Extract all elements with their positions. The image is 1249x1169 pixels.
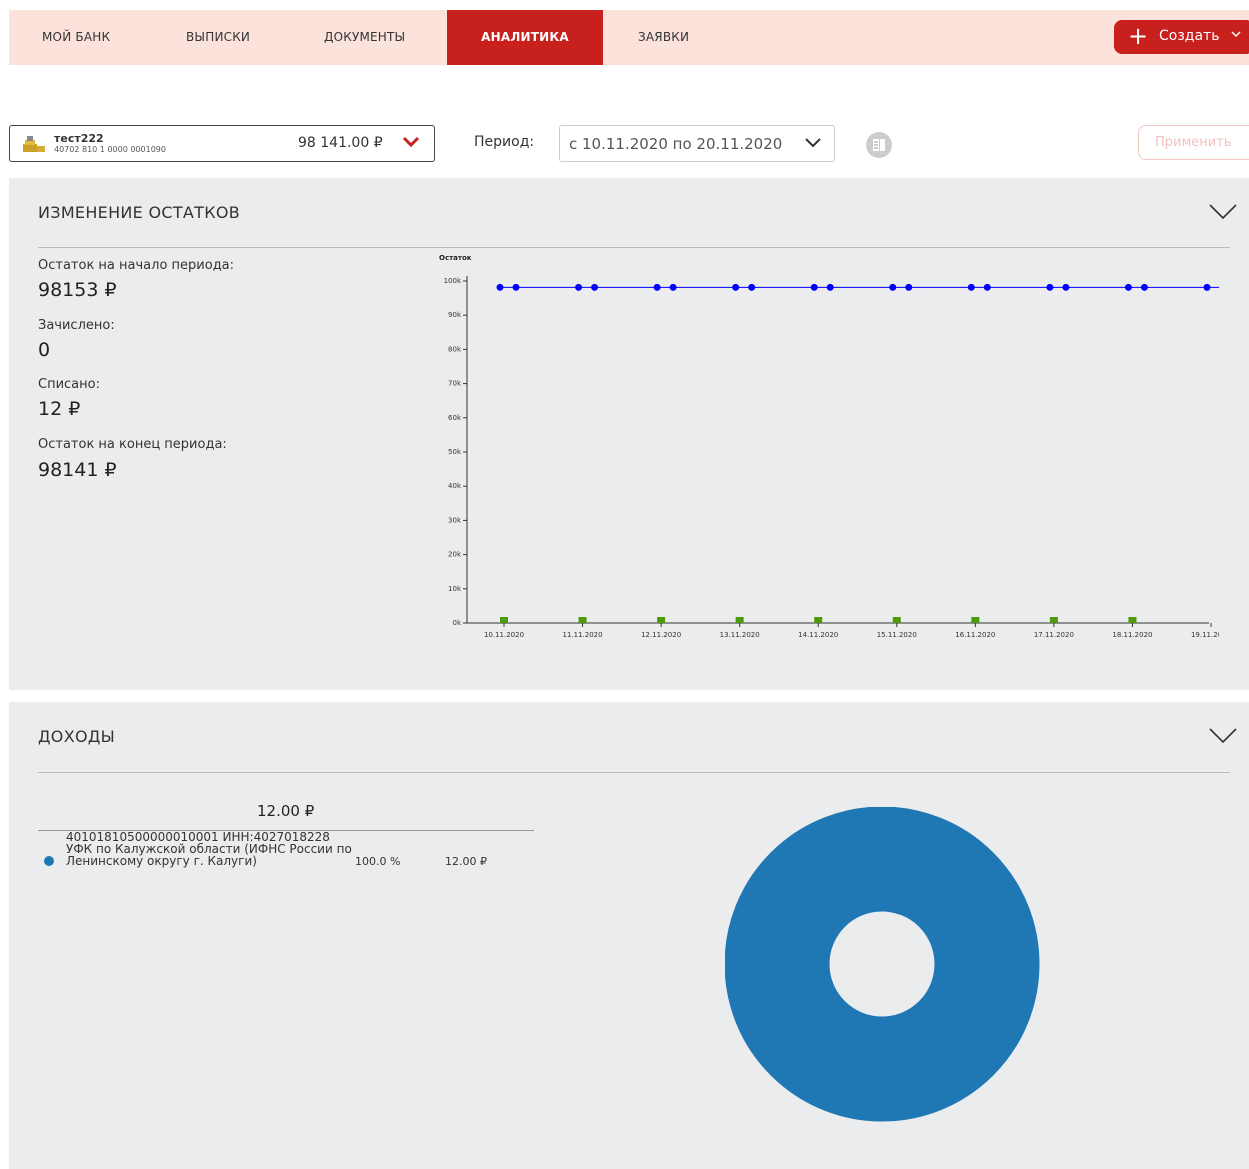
top-nav: МОЙ БАНК ВЫПИСКИ ДОКУМЕНТЫ АНАЛИТИКА ЗАЯ… bbox=[9, 10, 1249, 65]
data-point bbox=[512, 283, 520, 291]
nav-item-statements[interactable]: ВЫПИСКИ bbox=[186, 10, 250, 65]
chevron-down-icon[interactable] bbox=[1209, 204, 1237, 220]
debit-bar bbox=[578, 617, 587, 623]
debit-bar bbox=[971, 617, 980, 623]
income-source: 40101810500000010001 ИНН:4027018228 УФК … bbox=[66, 830, 352, 868]
y-tick-label: 60k bbox=[448, 414, 462, 422]
x-tick-label: 12.11.2020 bbox=[641, 631, 681, 639]
create-button[interactable]: + Создать bbox=[1114, 20, 1249, 54]
credited-label: Зачислено: bbox=[38, 318, 115, 333]
income-amount: 12.00 ₽ bbox=[445, 855, 487, 868]
end-balance-value: 98141 ₽ bbox=[38, 459, 117, 481]
nav-item-analytics[interactable]: АНАЛИТИКА bbox=[447, 10, 603, 65]
divider bbox=[38, 772, 1230, 773]
y-tick-label: 10k bbox=[448, 585, 462, 593]
debited-label: Списано: bbox=[38, 377, 100, 392]
y-tick-label: 70k bbox=[448, 380, 462, 388]
y-tick-label: 50k bbox=[448, 448, 462, 456]
balance-changes-panel: ИЗМЕНЕНИЕ ОСТАТКОВ Остаток на начало пер… bbox=[9, 178, 1249, 690]
period-select[interactable]: с 10.11.2020 по 20.11.2020 bbox=[559, 125, 835, 162]
start-balance-label: Остаток на начало периода: bbox=[38, 258, 235, 273]
end-balance-label: Остаток на конец периода: bbox=[38, 437, 227, 452]
create-button-label: Создать bbox=[1159, 28, 1220, 44]
data-point bbox=[591, 283, 599, 291]
account-number: 40702 810 1 0000 0001090 bbox=[54, 145, 166, 154]
nav-item-my-bank[interactable]: МОЙ БАНК bbox=[42, 10, 110, 65]
x-tick-label: 17.11.2020 bbox=[1034, 631, 1074, 639]
data-point bbox=[1140, 283, 1148, 291]
y-tick-label: 40k bbox=[448, 482, 462, 490]
chevron-down-icon bbox=[1231, 27, 1241, 41]
income-donut-chart bbox=[725, 807, 1040, 1122]
y-axis-label: Остаток bbox=[439, 254, 472, 262]
x-tick-label: 16.11.2020 bbox=[955, 631, 995, 639]
y-tick-label: 80k bbox=[448, 345, 462, 353]
period-label: Период: bbox=[474, 134, 535, 150]
data-point bbox=[1062, 283, 1070, 291]
debit-bar bbox=[892, 617, 901, 623]
coins-icon bbox=[23, 136, 45, 152]
data-point bbox=[889, 283, 897, 291]
balance-chart: Остаток 0k 10k 20k 30k 40k 50k 60k 70k 80k 90k 100k… bbox=[439, 254, 1219, 639]
x-tick-label: 19.11.2020 bbox=[1191, 631, 1219, 639]
data-point bbox=[905, 283, 913, 291]
start-balance-value: 98153 ₽ bbox=[38, 279, 117, 301]
data-point bbox=[967, 283, 975, 291]
legend-dot-icon bbox=[44, 856, 54, 866]
export-excel-icon[interactable] bbox=[866, 132, 892, 158]
plus-icon: + bbox=[1128, 22, 1149, 50]
data-point bbox=[1203, 283, 1211, 291]
debit-bar bbox=[1049, 617, 1058, 623]
panel-title: ДОХОДЫ bbox=[38, 727, 116, 746]
account-balance: 98 141.00 ₽ bbox=[298, 135, 383, 151]
data-point bbox=[496, 283, 504, 291]
data-point bbox=[810, 283, 818, 291]
debit-bar bbox=[657, 617, 666, 623]
y-tick-label: 30k bbox=[448, 516, 462, 524]
data-point bbox=[1046, 283, 1054, 291]
income-panel: ДОХОДЫ 12.00 ₽ 40101810500000010001 ИНН:… bbox=[9, 702, 1249, 1169]
apply-button[interactable]: Применить bbox=[1138, 125, 1249, 160]
x-tick-label: 13.11.2020 bbox=[720, 631, 760, 639]
y-tick-label: 20k bbox=[448, 551, 462, 559]
y-tick-label: 90k bbox=[448, 311, 462, 319]
y-tick-label: 0k bbox=[452, 619, 461, 627]
x-tick-label: 18.11.2020 bbox=[1112, 631, 1152, 639]
account-select[interactable]: тест222 40702 810 1 0000 0001090 98 141.… bbox=[9, 125, 435, 162]
chevron-down-icon[interactable] bbox=[1209, 728, 1237, 744]
chevron-down-icon bbox=[402, 136, 420, 148]
data-point bbox=[669, 283, 677, 291]
x-tick-label: 15.11.2020 bbox=[877, 631, 917, 639]
data-point bbox=[826, 283, 834, 291]
income-percent: 100.0 % bbox=[355, 855, 401, 868]
chevron-down-icon bbox=[805, 138, 821, 148]
data-point bbox=[983, 283, 991, 291]
debit-bar bbox=[735, 617, 744, 623]
donut-slice bbox=[725, 807, 1040, 1122]
account-name: тест222 bbox=[54, 132, 104, 145]
nav-item-requests[interactable]: ЗАЯВКИ bbox=[638, 10, 689, 65]
y-tick-label: 100k bbox=[444, 277, 462, 285]
data-point bbox=[748, 283, 756, 291]
apply-button-label: Применить bbox=[1155, 135, 1232, 150]
period-value: с 10.11.2020 по 20.11.2020 bbox=[569, 135, 783, 153]
x-tick-label: 11.11.2020 bbox=[563, 631, 603, 639]
panel-title: ИЗМЕНЕНИЕ ОСТАТКОВ bbox=[38, 203, 241, 222]
debit-bar bbox=[1128, 617, 1137, 623]
debit-bar bbox=[814, 617, 823, 623]
x-tick-label: 14.11.2020 bbox=[798, 631, 838, 639]
data-point bbox=[575, 283, 583, 291]
data-point bbox=[732, 283, 740, 291]
credited-value: 0 bbox=[38, 339, 51, 361]
data-point bbox=[653, 283, 661, 291]
nav-item-documents[interactable]: ДОКУМЕНТЫ bbox=[324, 10, 405, 65]
income-total: 12.00 ₽ bbox=[257, 802, 315, 820]
data-point bbox=[1124, 283, 1132, 291]
x-tick-label: 10.11.2020 bbox=[484, 631, 524, 639]
debited-value: 12 ₽ bbox=[38, 398, 81, 420]
debit-bar bbox=[500, 617, 508, 623]
